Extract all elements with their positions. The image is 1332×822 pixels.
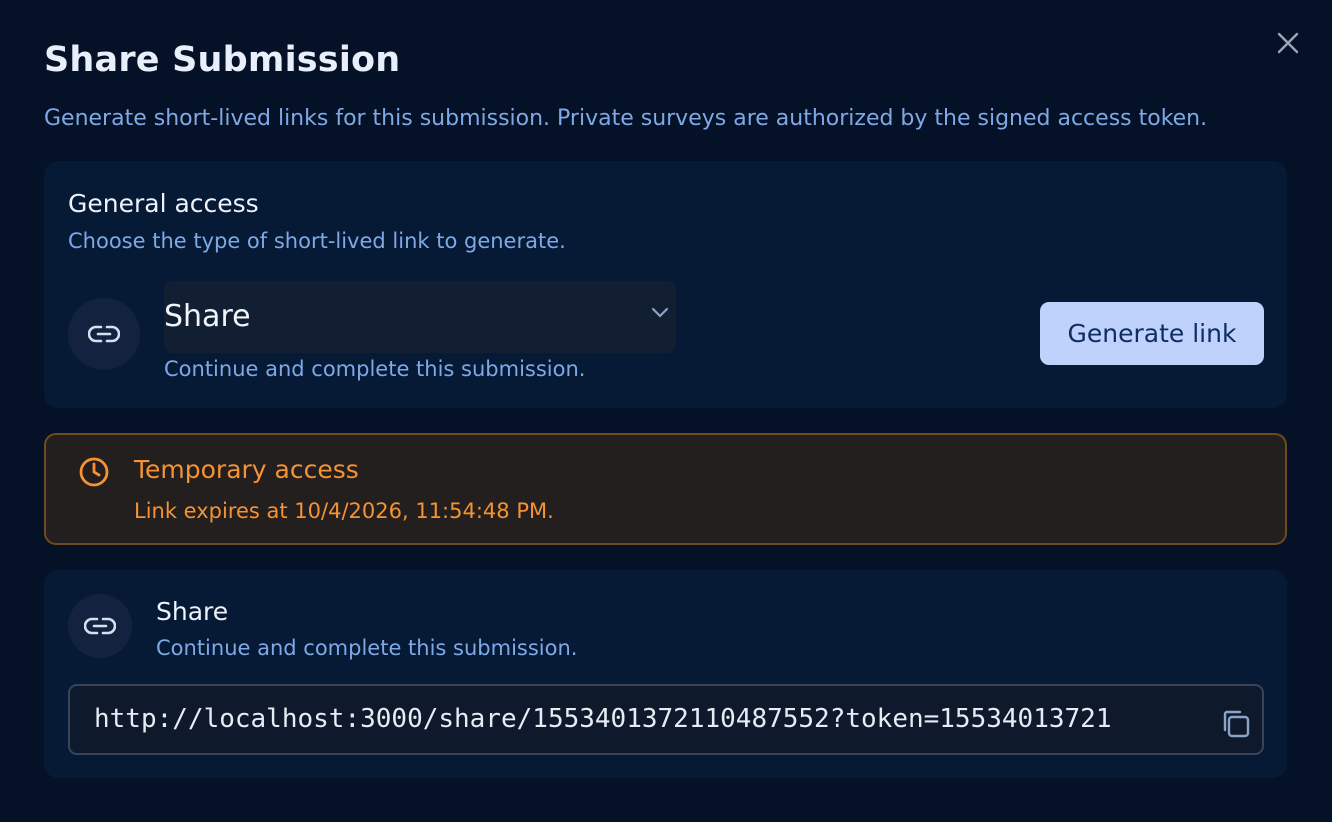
copy-icon[interactable] <box>1220 708 1252 740</box>
general-access-card: General access Choose the type of short-… <box>44 161 1287 408</box>
temporary-access-notice: Temporary access Link expires at 10/4/20… <box>44 433 1287 545</box>
link-type-icon-badge <box>68 298 140 370</box>
clock-icon <box>79 457 109 487</box>
link-type-value: Share <box>164 299 251 334</box>
close-button[interactable] <box>1270 25 1306 61</box>
generate-link-button[interactable]: Generate link <box>1040 302 1264 365</box>
share-url-field[interactable]: http://localhost:3000/share/155340137211… <box>68 684 1264 755</box>
generated-link-title: Share <box>156 597 229 626</box>
dialog-title: Share Submission <box>44 40 401 80</box>
link-type-description: Continue and complete this submission. <box>164 357 586 381</box>
generated-link-icon-badge <box>68 594 132 658</box>
link-type-select[interactable]: Share <box>164 281 676 353</box>
close-icon <box>1277 32 1299 54</box>
dialog-subtitle: Generate short-lived links for this subm… <box>44 106 1208 131</box>
general-access-heading: General access <box>68 189 259 218</box>
link-icon <box>88 325 120 343</box>
share-url-text[interactable]: http://localhost:3000/share/155340137211… <box>94 704 1111 734</box>
general-access-subheading: Choose the type of short-lived link to g… <box>68 229 566 253</box>
notice-expiry-text: Link expires at 10/4/2026, 11:54:48 PM. <box>134 499 554 523</box>
chevron-down-icon <box>651 307 669 318</box>
share-submission-dialog: Share Submission Generate short-lived li… <box>0 0 1332 822</box>
generated-link-card: Share Continue and complete this submiss… <box>44 570 1287 778</box>
generated-link-description: Continue and complete this submission. <box>156 636 578 660</box>
link-icon <box>84 617 116 635</box>
notice-title: Temporary access <box>134 455 359 484</box>
